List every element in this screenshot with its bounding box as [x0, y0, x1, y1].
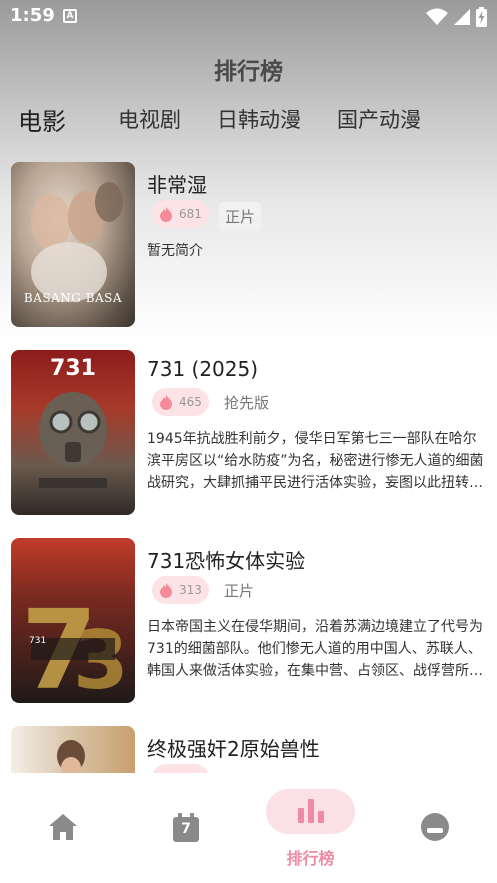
version-tag: 抢先版 [224, 394, 270, 412]
list-item[interactable]: 终极强奸2原始兽性 [0, 726, 497, 773]
home-icon [49, 814, 77, 840]
item-title[interactable]: 731恐怖女体实验 [147, 545, 305, 574]
tab-movie[interactable]: 电影 [18, 102, 66, 137]
list-item[interactable]: BASANG BASA 非常湿 681 正片 暂无简介 [0, 162, 497, 330]
version-tag: 正片 [224, 582, 255, 600]
bottom-navigation: 7 排行榜 [0, 773, 497, 883]
nav-profile[interactable] [420, 812, 450, 846]
heat-badge: 313 [152, 576, 209, 604]
poster-caption: BASANG BASA [23, 291, 123, 305]
version-tag: 正片 [219, 202, 262, 231]
list-item[interactable]: 731 731 (2025) 465 抢先版 1945年抗战胜利前夕，侵华日军第… [0, 350, 497, 518]
chart-icon [298, 799, 324, 823]
calendar-badge-number: 7 [181, 821, 191, 837]
item-description: 1945年抗战胜利前夕，侵华日军第七三一部队在哈尔滨平房区以“给水防疫”为名，秘… [147, 431, 484, 491]
item-description: 暂无简介 [147, 243, 203, 259]
item-title[interactable]: 终极强奸2原始兽性 [147, 733, 320, 762]
poster-image[interactable] [11, 726, 135, 773]
status-icons [426, 7, 487, 27]
poster-image[interactable]: BASANG BASA [11, 162, 135, 327]
signal-icon [454, 9, 470, 25]
battery-charging-icon [476, 7, 487, 27]
notification-a-icon: A [63, 9, 77, 23]
nav-ranking[interactable] [297, 798, 325, 828]
wifi-icon [426, 8, 448, 25]
status-bar: 1:59 A [0, 0, 497, 34]
flame-icon [160, 583, 172, 598]
flame-icon [160, 207, 172, 222]
item-description: 日本帝国主义在侵华期间，沿着苏满边境建立了代号为731的细菌部队。他们惨无人道的… [147, 619, 483, 679]
item-title[interactable]: 非常湿 [147, 169, 207, 198]
heat-badge: 465 [152, 388, 209, 416]
nav-ranking-label[interactable]: 排行榜 [266, 845, 355, 869]
tab-tv-series[interactable]: 电视剧 [118, 104, 181, 134]
status-time: 1:59 [10, 5, 55, 26]
poster-art: 7 31 [21, 586, 135, 703]
tab-cn-anime[interactable]: 国产动漫 [337, 104, 421, 134]
nav-home[interactable] [48, 813, 78, 845]
heat-count: 465 [179, 395, 202, 409]
poster-art [57, 740, 85, 773]
poster-caption: 731 [29, 636, 47, 646]
poster-image[interactable]: 731 [11, 350, 135, 515]
heat-badge: 681 [152, 200, 209, 228]
category-tabs: 电影 电视剧 日韩动漫 国产动漫 [0, 104, 497, 136]
ranking-list: BASANG BASA 非常湿 681 正片 暂无简介 731 731 (202… [0, 162, 497, 773]
poster-image[interactable]: 7 31 731 [11, 538, 135, 703]
heat-count: 681 [179, 207, 202, 221]
nav-calendar[interactable]: 7 [172, 813, 200, 847]
list-item[interactable]: 7 31 731 731恐怖女体实验 313 正片 日本帝国主义在侵华期间，沿着… [0, 538, 497, 706]
item-title[interactable]: 731 (2025) [147, 357, 258, 381]
profile-icon [421, 813, 449, 841]
poster-art [39, 392, 107, 488]
tab-jp-kr-anime[interactable]: 日韩动漫 [217, 104, 301, 134]
flame-icon [160, 395, 172, 410]
heat-badge [152, 764, 209, 773]
page-title: 排行榜 [214, 59, 283, 85]
heat-count: 313 [179, 583, 202, 597]
